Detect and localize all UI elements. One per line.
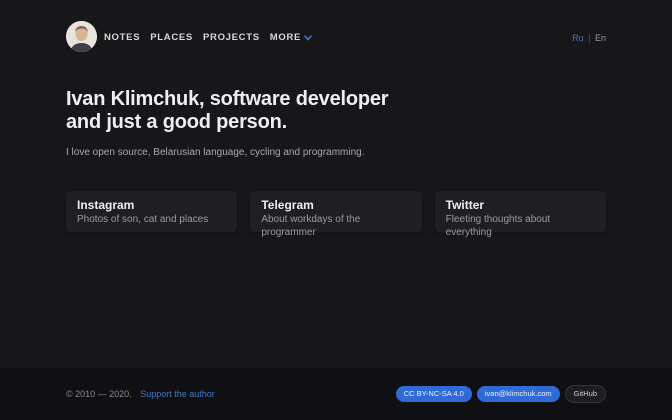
chevron-down-icon	[304, 33, 312, 44]
card-description: Photos of son, cat and places	[77, 213, 226, 226]
card-description: About workdays of the programmer	[261, 213, 410, 239]
card-title: Instagram	[77, 198, 226, 212]
card-description: Fleeting thoughts about everything	[446, 213, 595, 239]
footer-left: © 2010 — 2020. Support the author	[66, 389, 215, 399]
main-nav: Notes Places Projects More	[104, 32, 312, 44]
header: Notes Places Projects More Ru | En	[0, 0, 672, 52]
page: Notes Places Projects More Ru | En Ivan …	[0, 0, 672, 420]
avatar[interactable]	[66, 21, 97, 52]
lang-option-ru[interactable]: Ru	[572, 33, 584, 43]
copyright-text: © 2010 — 2020.	[66, 389, 132, 399]
support-author-link[interactable]: Support the author	[140, 389, 215, 399]
nav-item-notes[interactable]: Notes	[104, 32, 140, 43]
user-photo-icon	[66, 21, 97, 52]
footer-badges: CC BY-NC-SA 4.0 ivan@klimchuk.com GitHub	[396, 385, 606, 403]
nav-item-places[interactable]: Places	[150, 32, 193, 43]
nav-item-projects[interactable]: Projects	[203, 32, 260, 43]
lang-option-en[interactable]: En	[595, 33, 606, 43]
page-title: Ivan Klimchuk, software developer and ju…	[66, 88, 606, 134]
nav-item-more[interactable]: More	[270, 32, 312, 44]
footer: © 2010 — 2020. Support the author CC BY-…	[0, 368, 672, 420]
language-switcher: Ru | En	[572, 33, 606, 43]
email-badge[interactable]: ivan@klimchuk.com	[477, 386, 560, 402]
card-telegram[interactable]: Telegram About workdays of the programme…	[250, 191, 421, 232]
license-badge[interactable]: CC BY-NC-SA 4.0	[396, 386, 472, 402]
nav-item-more-label: More	[270, 32, 301, 43]
github-badge[interactable]: GitHub	[565, 385, 606, 403]
lang-separator: |	[588, 33, 590, 43]
page-title-line2: and just a good person.	[66, 111, 287, 133]
card-instagram[interactable]: Instagram Photos of son, cat and places	[66, 191, 237, 232]
social-cards: Instagram Photos of son, cat and places …	[66, 191, 606, 232]
page-subtitle: I love open source, Belarusian language,…	[66, 147, 606, 158]
card-title: Twitter	[446, 198, 595, 212]
main-content: Ivan Klimchuk, software developer and ju…	[0, 52, 672, 368]
card-title: Telegram	[261, 198, 410, 212]
page-title-line1: Ivan Klimchuk, software developer	[66, 88, 388, 110]
card-twitter[interactable]: Twitter Fleeting thoughts about everythi…	[435, 191, 606, 232]
nav-left: Notes Places Projects More	[66, 21, 312, 52]
